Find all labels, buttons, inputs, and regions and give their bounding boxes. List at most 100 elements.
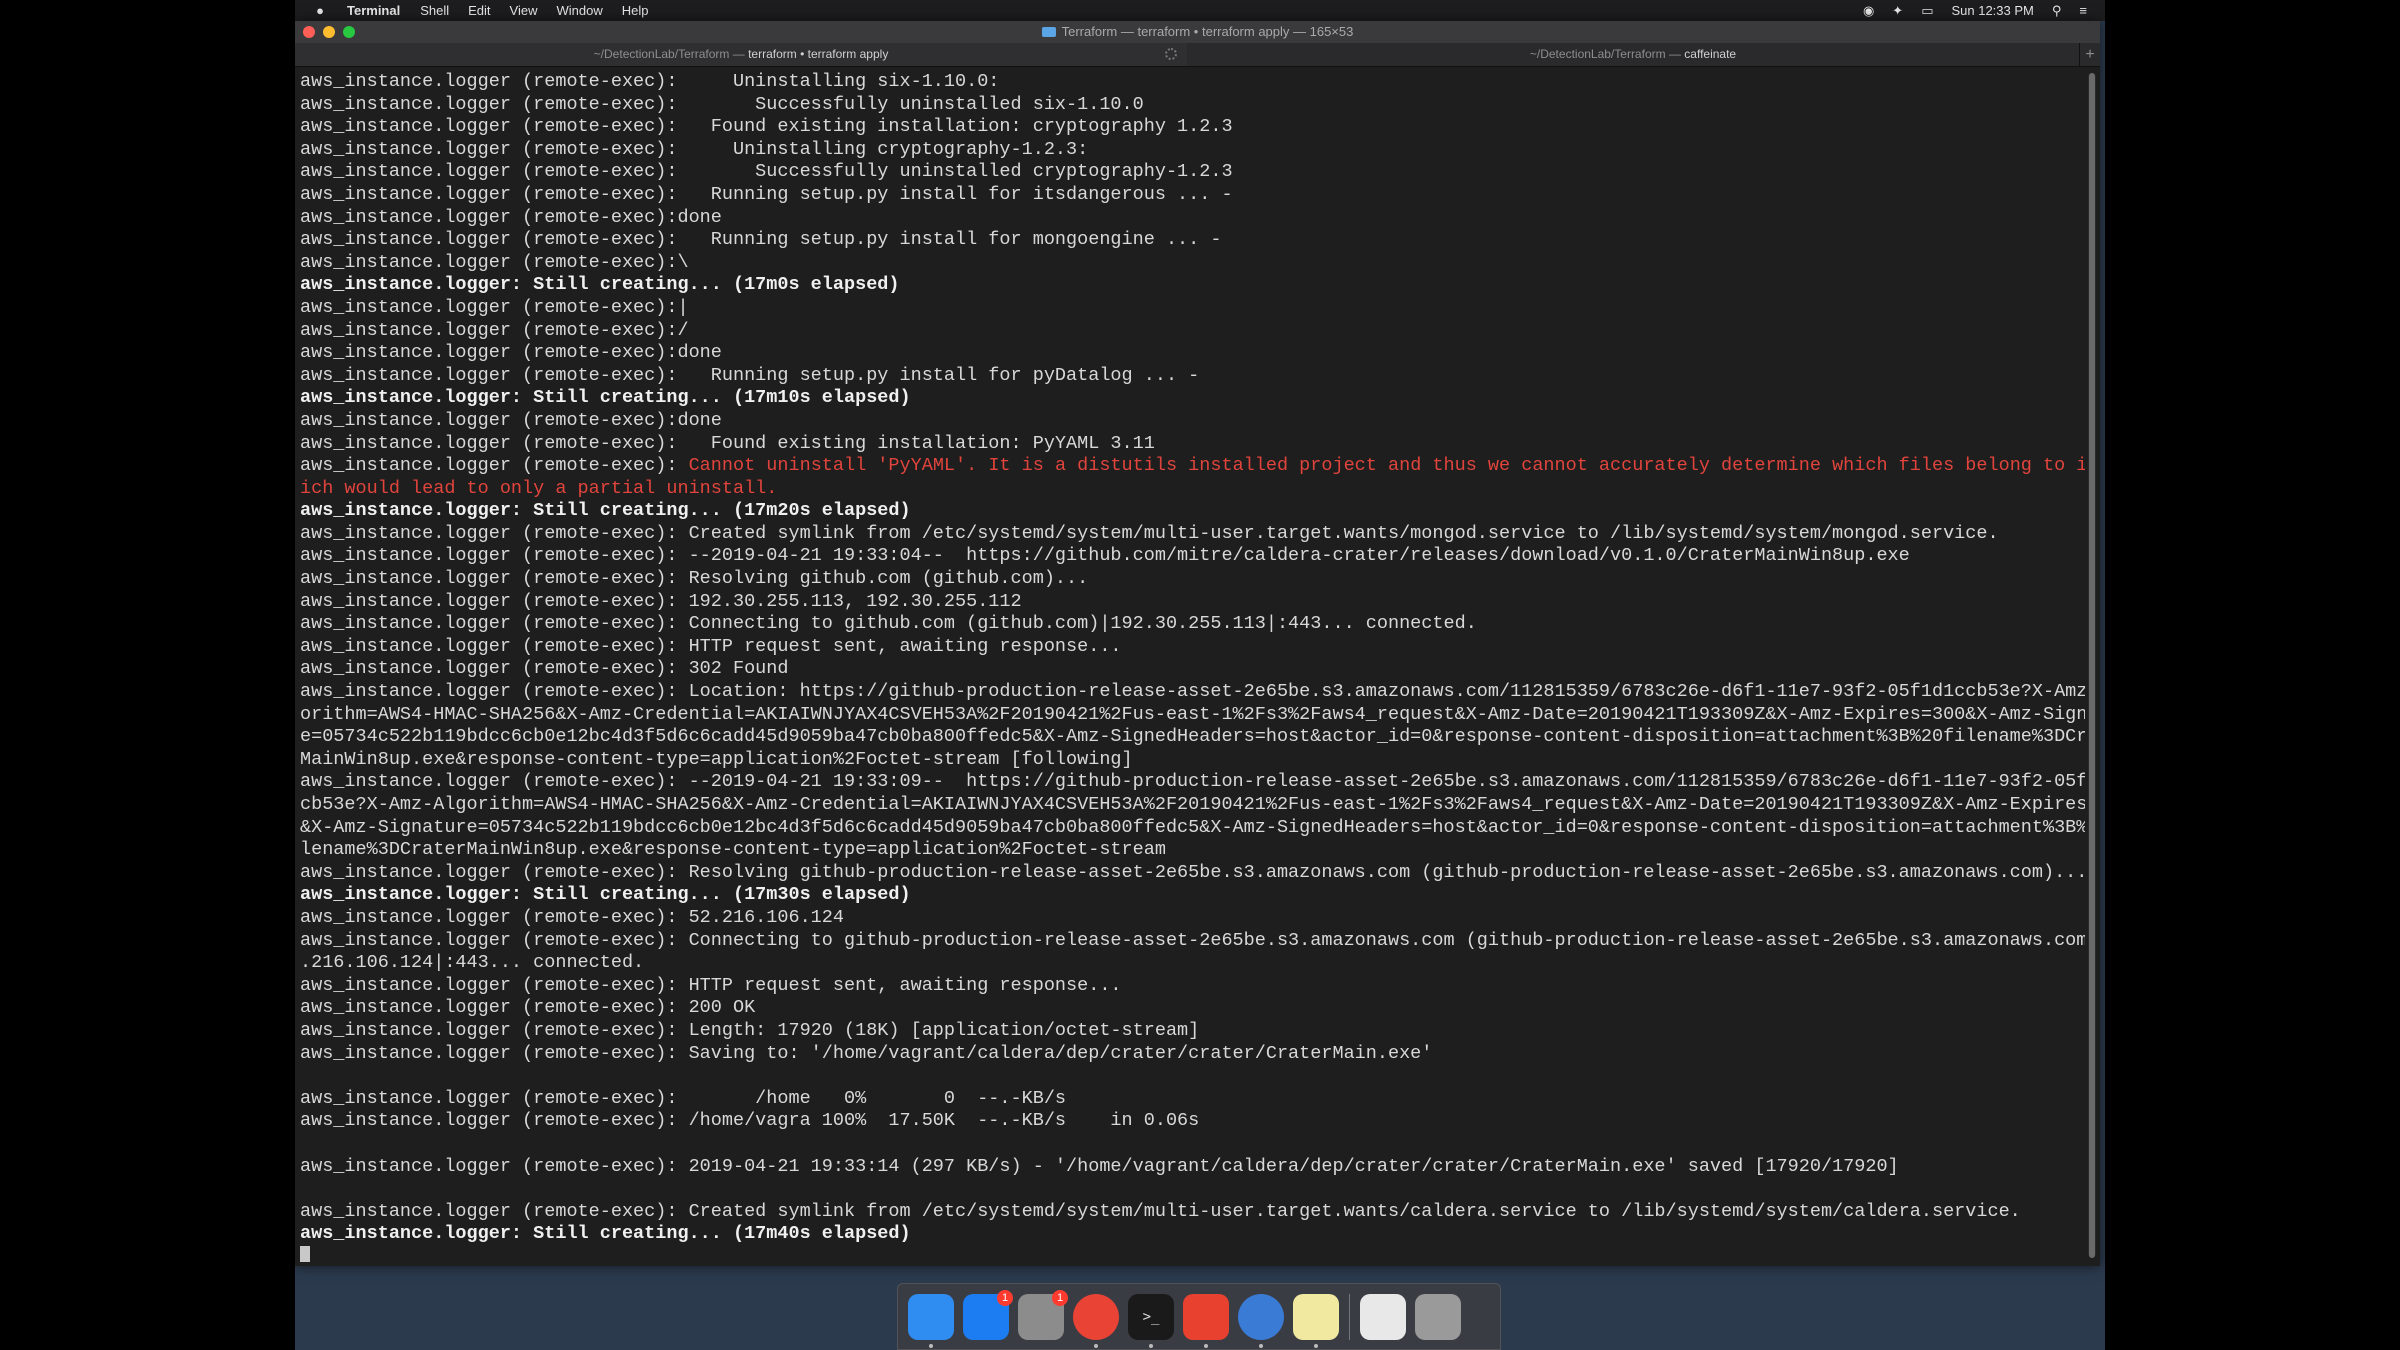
terminal-line: aws_instance.logger (remote-exec): 192.3… [300,591,2085,614]
quicktime-icon[interactable] [1238,1293,1284,1348]
terminal-line: aws_instance.logger (remote-exec): 2019-… [300,1156,2085,1179]
chrome-icon[interactable] [1073,1293,1119,1348]
terminal-line-text: aws_instance.logger (remote-exec): Succe… [300,161,1233,183]
terminal-line-text: aws_instance.logger (remote-exec): HTTP … [300,974,1122,996]
terminal-line: aws_instance.logger (remote-exec): 52.21… [300,907,2085,930]
trash-icon[interactable] [1415,1293,1461,1340]
document-icon[interactable] [1360,1293,1406,1340]
terminal-line-text: aws_instance.logger (remote-exec):done [300,409,722,431]
apple-icon[interactable]: ● [313,3,327,18]
terminal-line-text: aws_instance.logger (remote-exec): Unins… [300,138,1089,160]
title-bar[interactable]: Terraform — terraform • terraform apply … [295,21,2100,43]
tab-terraform-apply[interactable]: ~/DetectionLab/Terraform — terraform • t… [295,43,1187,66]
notification-center-icon[interactable]: ≡ [2079,3,2087,18]
terminal-line: ich would lead to only a partial uninsta… [300,478,2085,501]
terminal-line-text: aws_instance.logger: Still creating... (… [300,387,911,409]
terminal-line: aws_instance.logger (remote-exec): Succe… [300,161,2085,184]
terminal-line: aws_instance.logger (remote-exec):| [300,297,2085,320]
notification-badge: 1 [1052,1289,1068,1306]
terminal-line: aws_instance.logger (remote-exec): Unins… [300,71,2085,94]
terminal-icon[interactable]: >_ [1128,1293,1174,1348]
clock[interactable]: Sun 12:33 PM [1951,3,2033,18]
spotlight-icon[interactable]: ⚲ [2052,3,2062,19]
terminal-line: aws_instance.logger (remote-exec): Found… [300,116,2085,139]
terminal-line: aws_instance.logger (remote-exec): Savin… [300,1043,2085,1066]
terminal-line: aws_instance.logger (remote-exec): Runni… [300,184,2085,207]
screen-recorder-icon[interactable] [1183,1293,1229,1348]
display-icon[interactable]: ▭ [1921,3,1933,19]
terminal-prompt-glyph: >_ [1142,1308,1160,1325]
terminal-line-text: aws_instance.logger (remote-exec):/ [300,319,689,341]
menu-help[interactable]: Help [622,3,649,18]
system-preferences-icon[interactable]: 1 [1018,1289,1068,1340]
terminal-line-text: aws_instance.logger (remote-exec): Found… [300,116,1233,138]
running-indicator [1094,1343,1098,1348]
terminal-line: aws_instance.logger: Still creating... (… [300,500,2085,523]
terminal-line: aws_instance.logger: Still creating... (… [300,884,2085,907]
tab-path: ~/DetectionLab/Terraform — [1529,47,1685,61]
terminal-line: aws_instance.logger (remote-exec): Found… [300,433,2085,456]
record-icon[interactable]: ◉ [1863,3,1874,19]
terminal-line-text: aws_instance.logger (remote-exec): 52.21… [300,906,844,928]
app-store-icon[interactable]: 1 [963,1289,1013,1340]
desktop: ● Terminal Shell Edit View Window Help ◉… [295,0,2105,1350]
terminal-line: aws_instance.logger (remote-exec): Unins… [300,139,2085,162]
terminal-line-text: aws_instance.logger (remote-exec): Runni… [300,364,1200,386]
terminal-line: aws_instance.logger (remote-exec):done [300,207,2085,230]
terminal-line-text: aws_instance.logger (remote-exec): Creat… [300,522,1999,544]
menu-window[interactable]: Window [557,3,603,18]
terminal-line: aws_instance.logger (remote-exec):done [300,342,2085,365]
terminal-line-text: orithm=AWS4-HMAC-SHA256&X-Amz-Credential… [300,703,2085,725]
terminal-line-text: aws_instance.logger (remote-exec): Locat… [300,681,2085,703]
terminal-line: &X-Amz-Signature=05734c522b119bdcc6cb0e1… [300,817,2085,840]
notes-icon[interactable] [1293,1293,1339,1348]
tab-path: ~/DetectionLab/Terraform — [593,47,749,61]
terminal-line-text: aws_instance.logger (remote-exec):| [300,296,689,318]
terminal-line: aws_instance.logger (remote-exec): /home… [300,1110,2085,1133]
scrollbar[interactable] [2088,73,2096,1258]
error-text: Cannot uninstall 'PyYAML'. It is a distu… [688,455,2085,477]
scrollbar-thumb[interactable] [2089,73,2095,1258]
finder-icon[interactable] [908,1293,954,1348]
menu-view[interactable]: View [510,3,538,18]
terminal-line: aws_instance.logger (remote-exec): --201… [300,545,2085,568]
terminal-line: aws_instance.logger (remote-exec): Conne… [300,613,2085,636]
terminal-line-text: aws_instance.logger (remote-exec): Runni… [300,183,1233,205]
terminal-line-text: aws_instance.logger: Still creating... (… [300,274,900,296]
menu-bar: ● Terminal Shell Edit View Window Help ◉… [295,0,2105,21]
error-text: ich would lead to only a partial uninsta… [300,477,778,499]
terminal-line: aws_instance.logger (remote-exec): Runni… [300,365,2085,388]
terminal-line-text: aws_instance.logger (remote-exec): --201… [300,771,2085,793]
terminal-line: aws_instance.logger (remote-exec): HTTP … [300,975,2085,998]
terminal-line: aws_instance.logger: Still creating... (… [300,1223,2085,1246]
terminal-line-text: e=05734c522b119bdcc6cb0e12bc4d3f5d6c6cad… [300,726,2085,748]
menu-shell[interactable]: Shell [420,3,449,18]
terminal-line-text: aws_instance.logger (remote-exec):done [300,342,722,364]
menu-app-name[interactable]: Terminal [347,3,400,18]
running-indicator [1204,1343,1208,1348]
activity-spinner-icon [1165,48,1177,60]
terminal-line: aws_instance.logger: Still creating... (… [300,387,2085,410]
terminal-line-text: .216.106.124|:443... connected. [300,952,645,974]
terminal-line: cb53e?X-Amz-Algorithm=AWS4-HMAC-SHA256&X… [300,794,2085,817]
bluetooth-icon[interactable]: ✦ [1892,3,1903,19]
terminal-line-text: aws_instance.logger (remote-exec): 192.3… [300,590,1022,612]
terminal-line-text: aws_instance.logger (remote-exec): 200 O… [300,997,756,1019]
terminal-output[interactable]: aws_instance.logger (remote-exec): Unins… [295,67,2085,1262]
dock: 1 1 >_ [897,1283,1501,1350]
terminal-line-text: aws_instance.logger (remote-exec): [300,455,689,477]
terminal-line: aws_instance.logger (remote-exec): Canno… [300,455,2085,478]
menu-edit[interactable]: Edit [468,3,490,18]
terminal-line-text: aws_instance.logger (remote-exec): Conne… [300,613,1477,635]
terminal-line: aws_instance.logger (remote-exec): Conne… [300,930,2085,953]
tab-caffeinate[interactable]: ~/DetectionLab/Terraform — caffeinate [1187,43,2079,66]
terminal-line-text: MainWin8up.exe&response-content-type=app… [300,748,1133,770]
terminal-line: lename%3DCraterMainWin8up.exe&response-c… [300,839,2085,862]
new-tab-button[interactable]: + [2079,43,2100,66]
terminal-line: e=05734c522b119bdcc6cb0e12bc4d3f5d6c6cad… [300,726,2085,749]
terminal-line: .216.106.124|:443... connected. [300,952,2085,975]
window-title: Terraform — terraform • terraform apply … [1061,24,1354,39]
terminal-line-text: aws_instance.logger (remote-exec): Succe… [300,93,1144,115]
running-indicator [929,1343,933,1348]
